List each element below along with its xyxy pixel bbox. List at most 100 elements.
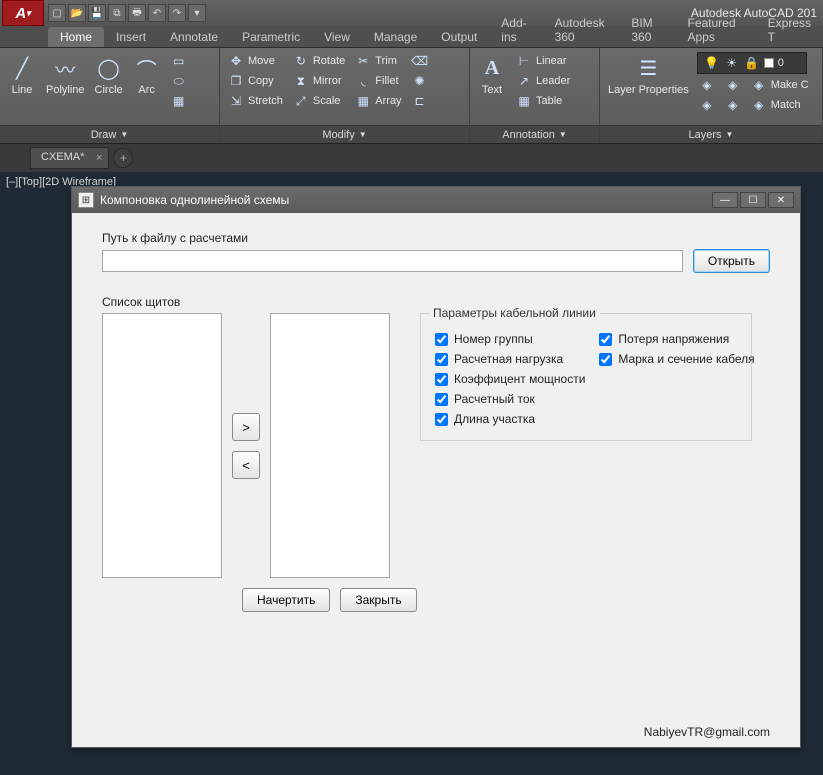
check-cable-brand[interactable]: Марка и сечение кабеля <box>599 352 754 366</box>
tool-rectangle[interactable]: ▭ <box>169 52 189 70</box>
check-label: Марка и сечение кабеля <box>618 352 754 366</box>
check-section-length[interactable]: Длина участка <box>435 412 585 426</box>
maximize-button[interactable]: ☐ <box>740 192 766 208</box>
close-dialog-button[interactable]: Закрыть <box>340 588 416 612</box>
layer-btn-4[interactable]: ◈ <box>723 96 743 114</box>
tool-match-layer[interactable]: ◈Match <box>749 96 811 114</box>
layer-icon: ☰ <box>634 54 662 82</box>
layer-icon: ◈ <box>699 77 715 93</box>
chevron-down-icon[interactable]: ▼ <box>726 130 734 139</box>
qat-print-icon[interactable]: 🖶 <box>128 4 146 22</box>
layer-color-swatch <box>764 58 774 68</box>
qat-save-icon[interactable]: 💾 <box>88 4 106 22</box>
tool-polyline[interactable]: 〰Polyline <box>44 52 87 98</box>
chevron-down-icon[interactable]: ▼ <box>559 130 567 139</box>
qat-redo-icon[interactable]: ↷ <box>168 4 186 22</box>
check-voltage-drop[interactable]: Потеря напряжения <box>599 332 754 346</box>
open-button[interactable]: Открыть <box>693 249 770 273</box>
tool-line[interactable]: ╱Line <box>6 52 38 98</box>
layer-btn-3[interactable]: ◈ <box>723 76 743 94</box>
tab-featured[interactable]: Featured Apps <box>676 13 756 47</box>
check-calc-load[interactable]: Расчетная нагрузка <box>435 352 585 366</box>
checkbox[interactable] <box>599 333 612 346</box>
tool-label: Text <box>482 84 502 96</box>
check-group-number[interactable]: Номер группы <box>435 332 585 346</box>
tool-array[interactable]: ▦Array <box>353 92 403 110</box>
tool-linear[interactable]: ⊢Linear <box>514 52 572 70</box>
layer-icon: ◈ <box>699 97 715 113</box>
checkbox[interactable] <box>435 373 448 386</box>
tool-trim[interactable]: ✂Trim <box>353 52 403 70</box>
qat-dropdown-icon[interactable]: ▾ <box>188 4 206 22</box>
move-left-button[interactable]: < <box>232 451 260 479</box>
dialog-titlebar[interactable]: ⊞ Компоновка однолинейной схемы — ☐ ✕ <box>72 187 800 213</box>
panel-draw: ╱Line 〰Polyline ◯Circle ⌒Arc ▭ ⬭ ▦ Draw▼ <box>0 48 220 143</box>
tab-parametric[interactable]: Parametric <box>230 27 312 47</box>
document-tab[interactable]: CXEMA* × <box>30 147 109 169</box>
tab-express[interactable]: Express T <box>756 13 823 47</box>
qat-open-icon[interactable]: 📂 <box>68 4 86 22</box>
check-calc-current[interactable]: Расчетный ток <box>435 392 585 406</box>
chevron-down-icon[interactable]: ▼ <box>120 130 128 139</box>
check-label: Длина участка <box>454 412 535 426</box>
arc-icon: ⌒ <box>133 54 161 82</box>
layer-state-selector[interactable]: 💡☀🔒0 <box>697 52 807 74</box>
app-logo[interactable]: A▾ <box>2 0 44 26</box>
tool-arc[interactable]: ⌒Arc <box>131 52 163 98</box>
tool-text[interactable]: A Text <box>476 52 508 98</box>
tool-extra1[interactable]: ⌫ <box>410 52 430 70</box>
checkbox[interactable] <box>435 353 448 366</box>
tool-extra3[interactable]: ⊏ <box>410 92 430 110</box>
check-power-factor[interactable]: Коэффицент мощности <box>435 372 585 386</box>
layer-btn-1[interactable]: ◈ <box>697 76 717 94</box>
model-space[interactable]: [–][Top][2D Wireframe] ⊞ Компоновка одно… <box>0 172 823 775</box>
tab-insert[interactable]: Insert <box>104 27 158 47</box>
tab-bim360[interactable]: BIM 360 <box>619 13 675 47</box>
tool-layer-properties[interactable]: ☰Layer Properties <box>606 52 691 98</box>
layer-btn-2[interactable]: ◈ <box>697 96 717 114</box>
checkbox[interactable] <box>435 393 448 406</box>
draw-button[interactable]: Начертить <box>242 588 330 612</box>
close-icon[interactable]: × <box>96 152 102 164</box>
tool-hatch[interactable]: ▦ <box>169 92 189 110</box>
document-tabs: CXEMA* × + <box>0 144 823 172</box>
minimize-button[interactable]: — <box>712 192 738 208</box>
tool-table[interactable]: ▦Table <box>514 92 572 110</box>
tool-rotate[interactable]: ↻Rotate <box>291 52 347 70</box>
tab-output[interactable]: Output <box>429 27 489 47</box>
linear-icon: ⊢ <box>516 53 532 69</box>
tab-manage[interactable]: Manage <box>362 27 429 47</box>
tool-stretch[interactable]: ⇲Stretch <box>226 92 285 110</box>
path-input[interactable] <box>102 250 683 272</box>
checkbox[interactable] <box>435 413 448 426</box>
panel-title-label: Modify <box>322 129 354 141</box>
tool-move[interactable]: ✥Move <box>226 52 285 70</box>
add-document-button[interactable]: + <box>113 148 133 168</box>
move-right-button[interactable]: > <box>232 413 260 441</box>
tool-ellipse[interactable]: ⬭ <box>169 72 189 90</box>
qat-undo-icon[interactable]: ↶ <box>148 4 166 22</box>
close-button[interactable]: ✕ <box>768 192 794 208</box>
tool-circle[interactable]: ◯Circle <box>93 52 125 98</box>
tool-extra2[interactable]: ✺ <box>410 72 430 90</box>
tool-fillet[interactable]: ◟Fillet <box>353 72 403 90</box>
check-label: Номер группы <box>454 332 533 346</box>
chevron-down-icon[interactable]: ▼ <box>359 130 367 139</box>
listbox-selected[interactable] <box>270 313 390 578</box>
tool-scale[interactable]: ⤢Scale <box>291 92 347 110</box>
checkbox[interactable] <box>599 353 612 366</box>
tool-make-current[interactable]: ◈Make C <box>749 76 811 94</box>
tab-autodesk360[interactable]: Autodesk 360 <box>543 13 620 47</box>
text-icon: A <box>478 54 506 82</box>
checkbox[interactable] <box>435 333 448 346</box>
qat-saveall-icon[interactable]: ⧉ <box>108 4 126 22</box>
listbox-available[interactable] <box>102 313 222 578</box>
tab-addins[interactable]: Add-ins <box>489 13 542 47</box>
tab-view[interactable]: View <box>312 27 362 47</box>
tool-copy[interactable]: ❐Copy <box>226 72 285 90</box>
tool-leader[interactable]: ↗Leader <box>514 72 572 90</box>
tool-mirror[interactable]: ⧗Mirror <box>291 72 347 90</box>
tab-home[interactable]: Home <box>48 27 104 47</box>
tab-annotate[interactable]: Annotate <box>158 27 230 47</box>
qat-new-icon[interactable]: ▢ <box>48 4 66 22</box>
